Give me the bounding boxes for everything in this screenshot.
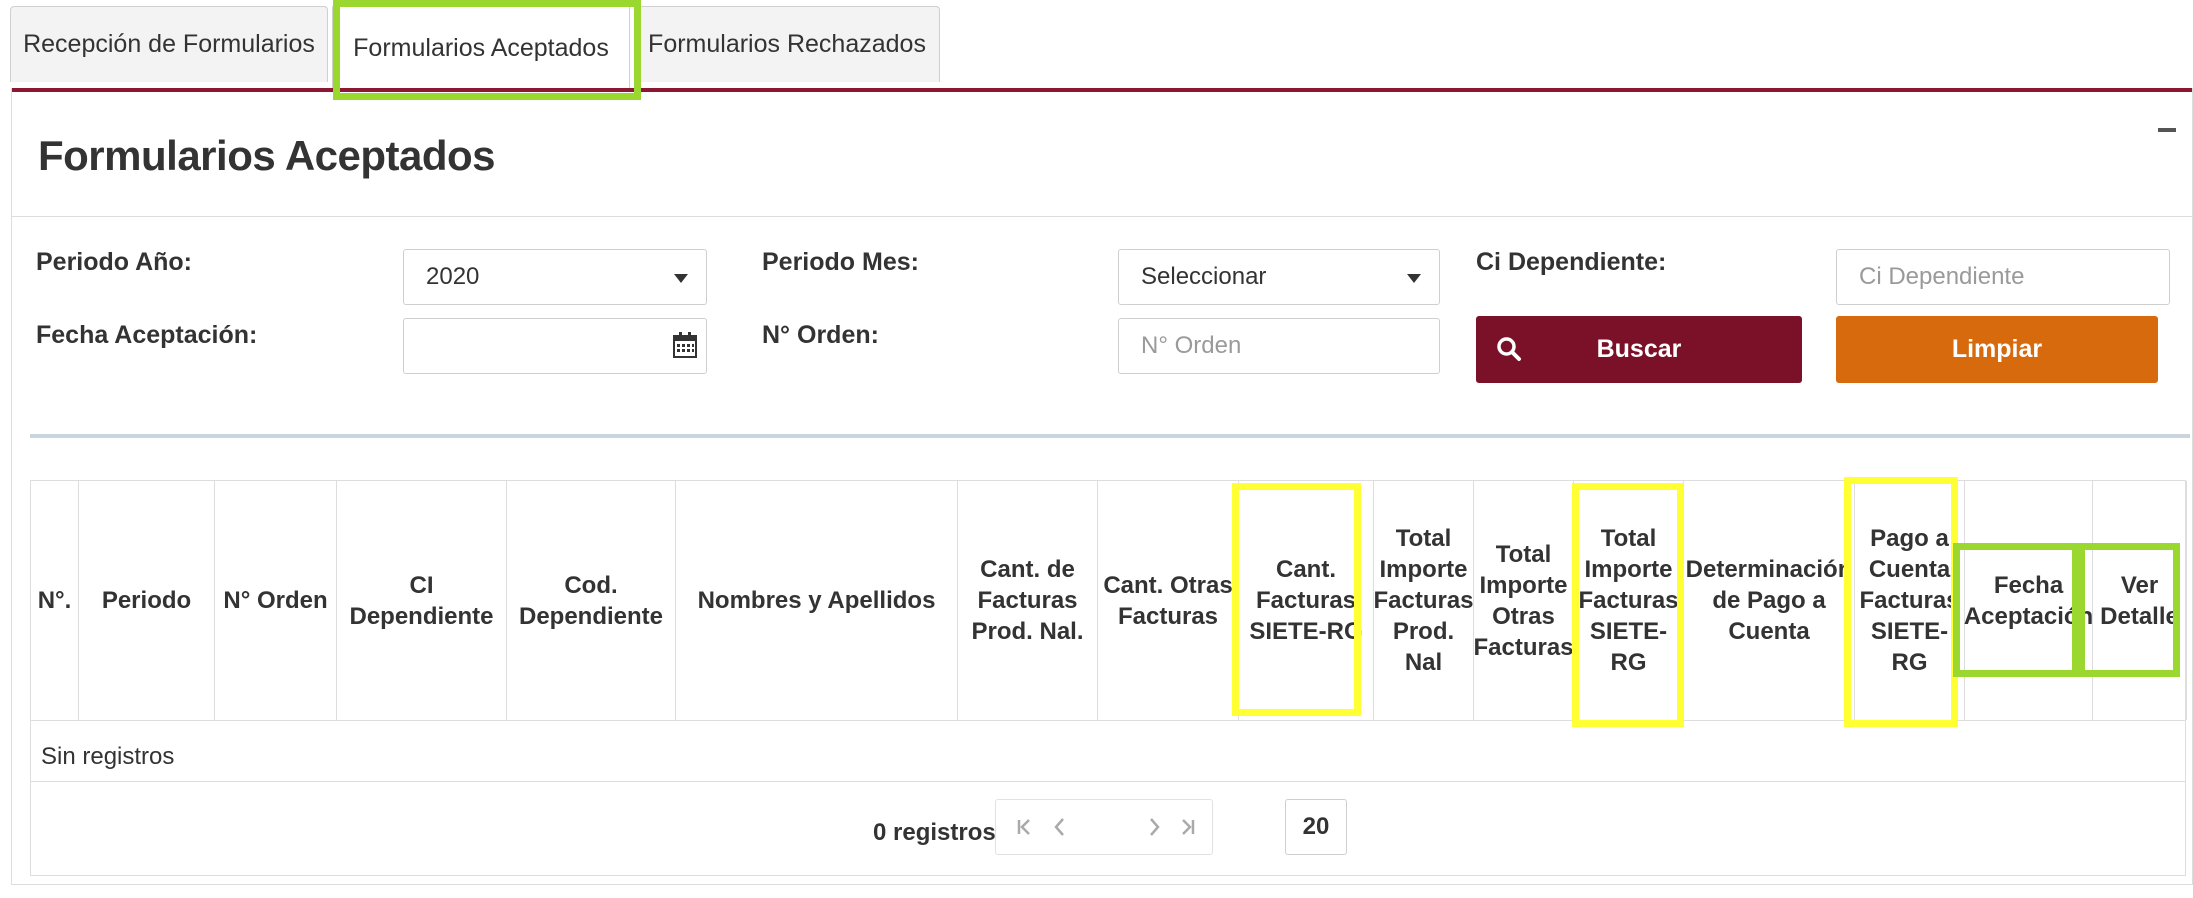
pager-controls <box>995 799 1213 855</box>
header-row-divider <box>31 720 2185 721</box>
tab-aceptados[interactable]: Formularios Aceptados <box>332 4 630 92</box>
periodo-mes-value: Seleccionar <box>1141 263 1267 290</box>
content-panel: Formularios Aceptados Periodo Año: 2020 … <box>11 88 2193 885</box>
form-divider <box>30 434 2190 438</box>
prev-page-icon[interactable] <box>1048 814 1072 840</box>
fecha-aceptacion-input[interactable] <box>403 318 707 374</box>
col-header-cant-facturas-siete-rg[interactable]: Cant. Facturas SIETE-RG <box>1239 481 1374 720</box>
caret-down-icon <box>674 274 688 283</box>
tab-bar: Recepción de Formularios Formularios Ace… <box>10 4 944 92</box>
tab-rechazados[interactable]: Formularios Rechazados <box>634 6 940 82</box>
fecha-aceptacion-label: Fecha Aceptación: <box>36 321 258 349</box>
col-header-cant-facturas-prod-nal[interactable]: Cant. de Facturas Prod. Nal. <box>958 481 1098 720</box>
search-icon <box>1497 337 1521 361</box>
col-header-pago-cuenta-siete-rg[interactable]: Pago a Cuenta Facturas SIETE-RG <box>1855 481 1965 720</box>
ci-dependiente-label: Ci Dependiente: <box>1476 248 1667 276</box>
n-orden-input[interactable]: N° Orden <box>1118 318 1440 374</box>
empty-message: Sin registros <box>41 743 175 770</box>
collapse-icon[interactable] <box>2158 128 2176 132</box>
page-title: Formularios Aceptados <box>38 132 496 179</box>
buscar-label: Buscar <box>1596 335 1682 363</box>
col-header-numero[interactable]: N°. <box>31 481 79 720</box>
pager-info: 0 registros <box>873 819 996 846</box>
col-header-ver-detalle[interactable]: Ver Detalle <box>2093 481 2187 720</box>
header-divider <box>12 216 2192 217</box>
page-size-select[interactable]: 20 <box>1285 799 1347 855</box>
n-orden-label: N° Orden: <box>762 321 879 349</box>
panel-accent-line <box>12 88 2192 92</box>
periodo-anio-value: 2020 <box>426 263 480 290</box>
buscar-button[interactable]: Buscar <box>1476 316 1802 383</box>
periodo-anio-label: Periodo Año: <box>36 248 193 276</box>
col-header-periodo[interactable]: Periodo <box>79 481 215 720</box>
col-header-fecha-aceptacion[interactable]: Fecha Aceptación <box>1964 481 2093 720</box>
tab-recepcion[interactable]: Recepción de Formularios <box>10 6 328 82</box>
limpiar-button[interactable]: Limpiar <box>1836 316 2158 383</box>
periodo-anio-select[interactable]: 2020 <box>403 249 707 305</box>
last-page-icon[interactable] <box>1176 814 1200 840</box>
col-header-cod-dependiente[interactable]: Cod. Dependiente <box>507 481 676 720</box>
col-header-n-orden[interactable]: N° Orden <box>215 481 337 720</box>
ci-dependiente-input[interactable]: Ci Dependiente <box>1836 249 2170 305</box>
col-header-cant-otras-facturas[interactable]: Cant. Otras Facturas <box>1098 481 1239 720</box>
limpiar-label: Limpiar <box>1951 335 2043 363</box>
results-table: N°. Periodo N° Orden CI Dependiente Cod.… <box>30 480 2187 876</box>
first-page-icon[interactable] <box>1012 814 1036 840</box>
calendar-icon[interactable] <box>672 331 698 359</box>
col-header-ci-dependiente[interactable]: CI Dependiente <box>337 481 507 720</box>
caret-down-icon <box>1407 274 1421 283</box>
periodo-mes-select[interactable]: Seleccionar <box>1118 249 1440 305</box>
periodo-mes-label: Periodo Mes: <box>762 248 919 276</box>
body-row-divider <box>31 781 2185 782</box>
col-header-determinacion-pago[interactable]: Determinación de Pago a Cuenta <box>1684 481 1855 720</box>
next-page-icon[interactable] <box>1142 814 1166 840</box>
col-header-total-importe-otras[interactable]: Total Importe Otras Facturas <box>1473 481 1574 720</box>
col-header-total-importe-prod-nal[interactable]: Total Importe Facturas Prod. Nal <box>1373 481 1474 720</box>
col-header-total-importe-siete-rg[interactable]: Total Importe Facturas SIETE-RG <box>1574 481 1684 720</box>
col-header-nombres[interactable]: Nombres y Apellidos <box>676 481 958 720</box>
